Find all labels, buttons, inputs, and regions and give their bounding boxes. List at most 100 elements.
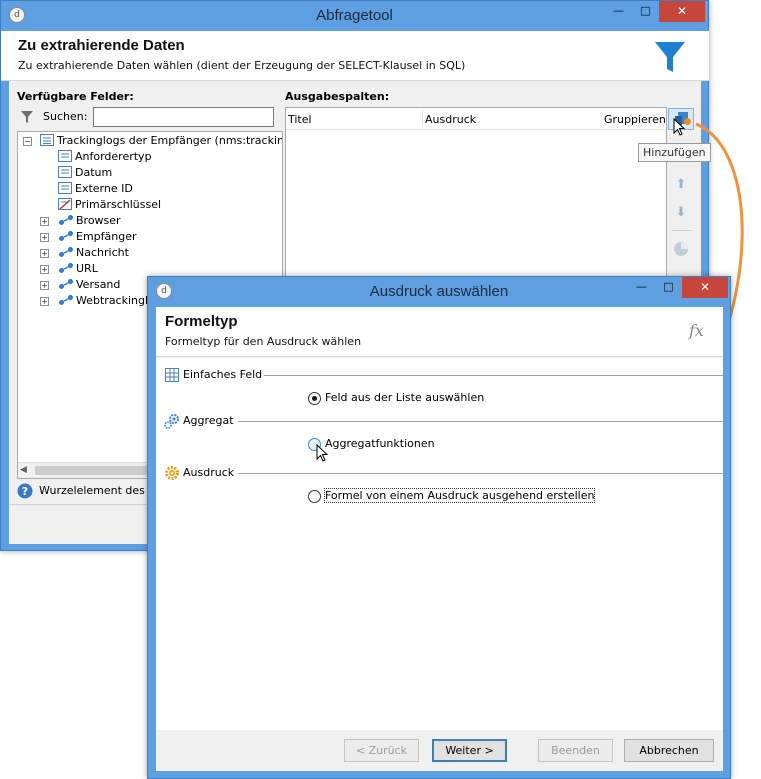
- primary-key-icon: [58, 198, 72, 210]
- tree-item-label: Primärschlüssel: [75, 198, 162, 211]
- tree-root-label: Trackinglogs der Empfänger (nms:tracking: [57, 134, 283, 147]
- move-up-arrow-icon[interactable]: ⬆: [670, 174, 692, 196]
- dialog-page-title: Formeltyp: [165, 313, 238, 330]
- search-label: Suchen:: [43, 110, 88, 123]
- column-group[interactable]: Gruppieren: [604, 113, 666, 126]
- section-divider: [238, 473, 723, 474]
- tree-item-label: Webtrackinglo: [76, 294, 155, 307]
- close-button[interactable]: ✕: [659, 1, 705, 22]
- dialog-header: Formeltyp Formeltyp für den Ausdruck wäh…: [156, 307, 723, 357]
- field-icon: [58, 182, 72, 194]
- scroll-left-arrow[interactable]: ◀: [20, 465, 27, 475]
- section-simple-field-label: Einfaches Feld: [183, 368, 263, 381]
- column-expression[interactable]: Ausdruck: [425, 113, 476, 126]
- page-title: Zu extrahierende Daten: [18, 37, 185, 54]
- search-input[interactable]: [93, 107, 274, 127]
- help-icon: ?: [17, 483, 33, 499]
- tree-item-label: Versand: [76, 278, 121, 291]
- output-columns-list[interactable]: Titel Ausdruck Gruppieren: [285, 107, 667, 287]
- tree-link-item[interactable]: URL: [58, 261, 98, 277]
- dialog-maximize-button[interactable]: □: [655, 277, 682, 298]
- radio-label: Feld aus der Liste auswählen: [325, 391, 485, 404]
- radio-label: Aggregatfunktionen: [325, 437, 435, 450]
- scroll-thumb[interactable]: [35, 466, 155, 475]
- link-icon: [59, 247, 73, 257]
- filter-icon: [655, 42, 685, 72]
- section-aggregate-label: Aggregat: [183, 414, 234, 427]
- mouse-cursor-icon: [673, 118, 686, 136]
- tree-link-item[interactable]: Nachricht: [58, 245, 129, 261]
- tree-item-label: Datum: [75, 166, 113, 179]
- expander-expand[interactable]: +: [40, 217, 49, 226]
- output-columns-label: Ausgabespalten:: [285, 90, 390, 103]
- next-button[interactable]: Weiter >: [432, 739, 507, 762]
- move-down-arrow-icon[interactable]: ⬇: [670, 202, 692, 224]
- link-icon: [59, 215, 73, 225]
- mouse-cursor-icon: [316, 444, 329, 462]
- finish-button[interactable]: Beenden: [538, 739, 613, 762]
- tree-item-label: Anforderertyp: [75, 150, 152, 163]
- add-tooltip: Hinzufügen: [638, 143, 711, 162]
- fx-icon: fx: [689, 321, 704, 340]
- tree-item-label: Empfänger: [76, 230, 137, 243]
- column-title[interactable]: Titel: [288, 113, 312, 126]
- radio-simple-field[interactable]: Feld aus der Liste auswählen: [308, 391, 484, 407]
- tree-link-item[interactable]: Browser: [58, 213, 121, 229]
- field-icon: [58, 150, 72, 162]
- section-divider: [264, 375, 723, 376]
- tree-root[interactable]: Trackinglogs der Empfänger (nms:tracking: [40, 133, 283, 149]
- tree-item-label: URL: [76, 262, 98, 275]
- filter-small-icon: [21, 111, 33, 123]
- maximize-button[interactable]: □: [632, 1, 659, 22]
- expression-dialog: d Ausdruck auswählen — □ ✕ Formeltyp For…: [147, 276, 731, 779]
- page-subtitle: Zu extrahierende Daten wählen (dient der…: [18, 59, 466, 72]
- tree-item-label: Browser: [76, 214, 121, 227]
- window-title: Abfragetool: [316, 7, 393, 24]
- radio-button[interactable]: [308, 391, 321, 405]
- tree-link-item[interactable]: Empfänger: [58, 229, 137, 245]
- dialog-close-button[interactable]: ✕: [682, 277, 728, 298]
- section-divider: [238, 421, 723, 422]
- tree-link-item[interactable]: Versand: [58, 277, 120, 293]
- expander-expand[interactable]: +: [40, 233, 49, 242]
- field-icon: [58, 166, 72, 178]
- status-text: Wurzelelement des S: [39, 484, 156, 497]
- query-tool-titlebar[interactable]: d Abfragetool — □ ✕: [1, 1, 708, 31]
- radio-button[interactable]: [308, 489, 321, 503]
- expander-expand[interactable]: +: [40, 249, 49, 258]
- expander-expand[interactable]: +: [40, 281, 49, 290]
- link-icon: [59, 279, 73, 289]
- columns-header: Titel Ausdruck Gruppieren: [286, 108, 666, 130]
- dialog-titlebar[interactable]: d Ausdruck auswählen — □ ✕: [148, 277, 730, 307]
- gear-orange-icon: [165, 466, 179, 480]
- tree-link-item[interactable]: Webtrackinglo: [58, 293, 155, 309]
- toolbar-separator: [672, 230, 692, 231]
- expander-collapse[interactable]: −: [23, 137, 32, 146]
- schema-icon: [40, 134, 54, 146]
- expander-expand[interactable]: +: [40, 297, 49, 306]
- dialog-minimize-button[interactable]: —: [628, 277, 655, 298]
- radio-label: Formel von einem Ausdruck ausgehend erst…: [323, 488, 596, 503]
- expander-expand[interactable]: +: [40, 265, 49, 274]
- link-icon: [59, 231, 73, 241]
- tree-field-item[interactable]: Externe ID: [58, 181, 133, 197]
- dialog-client: Formeltyp Formeltyp für den Ausdruck wäh…: [156, 307, 723, 771]
- svg-text:?: ?: [22, 485, 28, 498]
- tree-item-label: Nachricht: [76, 246, 129, 259]
- cancel-button[interactable]: Abbrechen: [624, 739, 714, 762]
- tree-field-item[interactable]: Anforderertyp: [58, 149, 152, 165]
- pie-chart-icon[interactable]: [672, 240, 690, 258]
- options-area: Einfaches Feld Feld aus der Liste auswäh…: [156, 358, 723, 730]
- tree-field-item[interactable]: Datum: [58, 165, 112, 181]
- tree-item-label: Externe ID: [75, 182, 133, 195]
- link-icon: [59, 295, 73, 305]
- grid-icon: [165, 368, 179, 382]
- column-separator: [422, 110, 423, 127]
- minimize-button[interactable]: —: [605, 1, 632, 22]
- back-button[interactable]: < Zurück: [344, 739, 419, 762]
- section-expression-label: Ausdruck: [183, 466, 235, 479]
- radio-expression[interactable]: Formel von einem Ausdruck ausgehend erst…: [308, 488, 596, 505]
- button-bar: < Zurück Weiter > Beenden Abbrechen: [156, 730, 723, 771]
- tree-field-item[interactable]: Primärschlüssel: [58, 197, 161, 213]
- available-fields-label: Verfügbare Felder:: [17, 90, 134, 103]
